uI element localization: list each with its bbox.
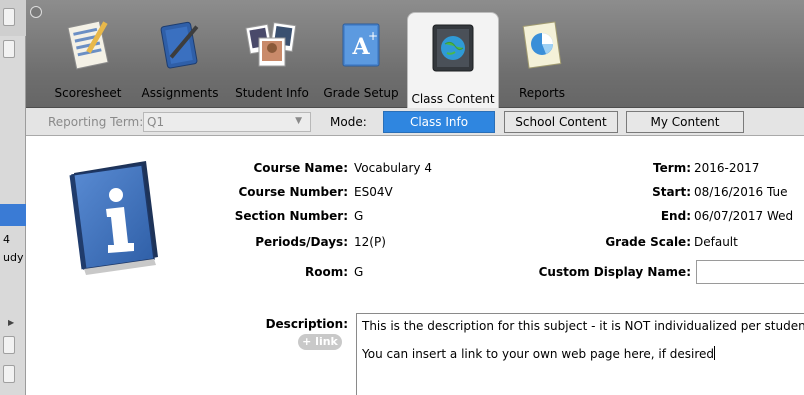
tab-label: Assignments: [141, 86, 219, 100]
course-number-value: ES04V: [354, 185, 393, 199]
left-pane-text: 4: [3, 233, 10, 246]
custom-display-name-label: Custom Display Name:: [538, 265, 691, 279]
description-line: This is the description for this subject…: [362, 319, 804, 333]
term-value: 2016-2017: [694, 161, 760, 175]
left-pane-button[interactable]: [3, 8, 15, 26]
section-number-value: G: [354, 209, 364, 223]
left-pane-button[interactable]: [3, 40, 15, 58]
end-label: End:: [660, 209, 691, 223]
tab-label: Student Info: [235, 86, 309, 100]
room-value: G: [354, 265, 364, 279]
mode-school-content-button[interactable]: School Content: [504, 111, 618, 133]
course-name-label: Course Name:: [253, 161, 348, 175]
section-number-label: Section Number:: [234, 209, 348, 223]
periods-days-value: 12(P): [354, 235, 386, 249]
term-label: Term:: [653, 161, 691, 175]
text-cursor: [714, 346, 716, 360]
description-label: Description:: [265, 317, 348, 331]
tab-class-content[interactable]: Class Content: [407, 12, 499, 108]
tab-label: Scoresheet: [54, 86, 122, 100]
end-value: 06/07/2017 Wed: [694, 209, 794, 223]
assignments-icon: [160, 21, 199, 69]
left-pane-button[interactable]: [3, 365, 15, 383]
left-pane-selected-row[interactable]: [0, 204, 26, 226]
main-toolbar: Scoresheet Assignments Student Info A + …: [26, 0, 804, 108]
course-name-value: Vocabulary 4: [354, 161, 432, 175]
room-label: Room:: [304, 265, 348, 279]
add-link-button[interactable]: + link: [298, 334, 342, 350]
periods-days-label: Periods/Days:: [255, 235, 348, 249]
start-value: 08/16/2016 Tue: [694, 185, 788, 199]
custom-display-name-input[interactable]: [696, 260, 804, 284]
description-textarea[interactable]: This is the description for this subject…: [356, 313, 804, 395]
reporting-term-select[interactable]: Q1 ▼: [143, 112, 311, 132]
tab-assignments[interactable]: Assignments: [138, 10, 222, 102]
tab-label: Reports: [518, 86, 566, 100]
start-label: Start:: [652, 185, 691, 199]
globe-book-icon: [432, 24, 474, 72]
grade-scale-value: Default: [694, 235, 738, 249]
grade-setup-icon: A +: [342, 23, 380, 67]
grade-scale-label: Grade Scale:: [605, 235, 691, 249]
info-book-icon: [69, 161, 158, 275]
pie-chart-report-icon: [522, 21, 562, 69]
mode-bar: Reporting Term: Q1 ▼ Mode: Class Info Sc…: [26, 108, 804, 136]
reporting-term-label: Reporting Term:: [48, 115, 144, 129]
window-control-icon[interactable]: [30, 6, 42, 18]
tab-student-info[interactable]: Student Info: [230, 10, 314, 102]
chevron-down-icon: ▼: [295, 116, 302, 126]
left-pane-button[interactable]: [3, 336, 15, 354]
tab-grade-setup[interactable]: A + Grade Setup: [322, 10, 400, 102]
reporting-term-value: Q1: [147, 115, 165, 129]
left-pane-text: udy: [3, 251, 24, 264]
left-pane-edge: 4 udy ▶: [0, 0, 26, 395]
tab-label: Class Content: [411, 92, 495, 106]
mode-class-info-button[interactable]: Class Info: [383, 111, 495, 133]
scoresheet-icon: [67, 20, 109, 70]
student-photos-icon: [245, 22, 297, 67]
tab-scoresheet[interactable]: Scoresheet: [50, 10, 126, 102]
description-line: You can insert a link to your own web pa…: [362, 347, 715, 361]
course-number-label: Course Number:: [238, 185, 348, 199]
svg-text:+: +: [368, 29, 378, 43]
tab-label: Grade Setup: [323, 86, 399, 100]
mode-label: Mode:: [330, 115, 367, 129]
class-info-panel: Course Name: Vocabulary 4 Course Number:…: [26, 137, 804, 395]
tab-reports[interactable]: Reports: [504, 10, 580, 102]
expand-arrow-icon[interactable]: ▶: [8, 318, 14, 327]
mode-my-content-button[interactable]: My Content: [626, 111, 744, 133]
